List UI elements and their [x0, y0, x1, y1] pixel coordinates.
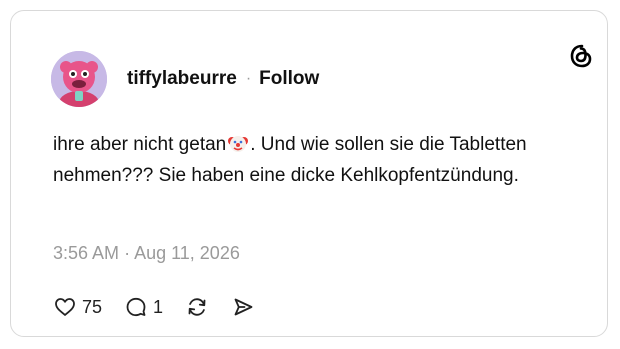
like-count: 75 [82, 296, 103, 317]
share-button[interactable] [231, 295, 255, 319]
post-text-part-1: ihre aber nicht getan [53, 134, 227, 155]
threads-logo-icon[interactable] [569, 43, 595, 69]
repost-icon [185, 295, 209, 319]
like-button[interactable]: 75 [53, 295, 102, 319]
post-date: Aug 11, 2026 [134, 243, 240, 263]
reply-count: 1 [153, 296, 164, 317]
follow-button[interactable]: Follow [259, 68, 319, 90]
username-link[interactable]: tiffylabeurre [127, 68, 237, 90]
post-timestamp[interactable]: 3:56 AM · Aug 11, 2026 [53, 243, 240, 264]
post-time: 3:56 AM [53, 243, 120, 263]
post-actions: 75 1 [53, 293, 277, 321]
post-card: tiffylabeurre · Follow ihre aber nicht g… [10, 10, 608, 337]
reply-icon [124, 295, 148, 319]
avatar[interactable] [51, 51, 107, 107]
heart-icon [53, 295, 77, 319]
post-header: tiffylabeurre · Follow [127, 67, 319, 91]
header-separator: · [245, 70, 252, 87]
repost-button[interactable] [185, 295, 209, 319]
post-text: ihre aber nicht getan . Und wie sollen s… [53, 129, 573, 191]
reply-button[interactable]: 1 [124, 295, 163, 319]
clown-face-icon [227, 132, 249, 154]
share-icon [231, 295, 255, 319]
meta-separator: · [124, 243, 131, 263]
